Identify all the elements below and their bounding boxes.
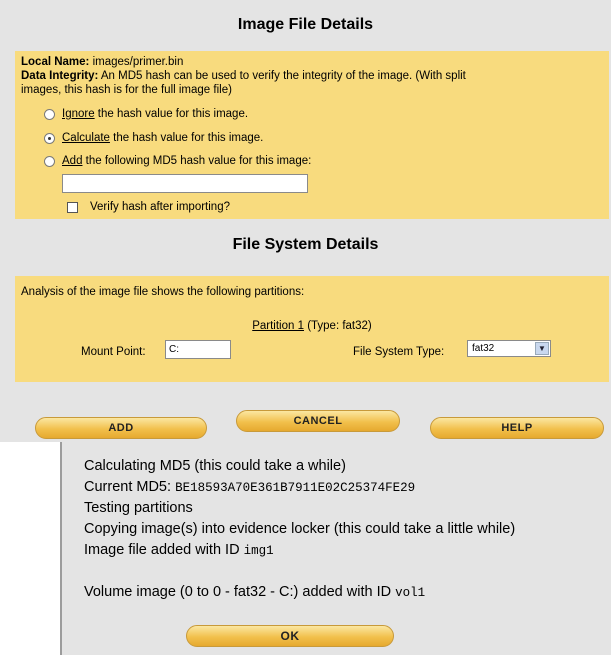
- local-name-label: Local Name:: [21, 56, 90, 68]
- add-hash-option: Add the following MD5 hash value for thi…: [62, 154, 311, 168]
- partition-type: (Type: fat32): [304, 320, 372, 332]
- cancel-button[interactable]: CANCEL: [236, 410, 400, 432]
- import-form-panel: Image File Details Local Name: images/pr…: [0, 0, 611, 442]
- log-line-volume-added: Volume image (0 to 0 - fat32 - C:) added…: [84, 582, 425, 604]
- log-line-copying: Copying image(s) into evidence locker (t…: [84, 521, 516, 537]
- partition-row: Partition 1 (Type: fat32): [15, 319, 609, 333]
- current-md5-value: BE18593A70E361B7911E02C25374FE29: [175, 481, 416, 495]
- md5-hash-input[interactable]: [62, 174, 308, 193]
- add-link[interactable]: Add: [62, 155, 82, 167]
- volume-id: vol1: [395, 586, 426, 600]
- ok-button[interactable]: OK: [186, 625, 394, 647]
- add-option-text: the following MD5 hash value for this im…: [82, 155, 312, 167]
- verify-hash-checkbox[interactable]: [67, 202, 78, 213]
- calculate-hash-radio[interactable]: [44, 133, 55, 144]
- calculate-option-text: the hash value for this image.: [109, 132, 264, 144]
- mount-point-input[interactable]: [165, 340, 231, 359]
- image-file-details-title: Image File Details: [237, 16, 374, 33]
- import-log-panel: Calculating MD5 (this could take a while…: [60, 442, 611, 655]
- log-line-current-md5: Current MD5: BE18593A70E361B7911E02C2537…: [84, 477, 415, 499]
- chevron-down-icon: ▼: [535, 342, 549, 355]
- local-name-value: images/primer.bin: [92, 56, 184, 68]
- image-details-box: Local Name: images/primer.bin Data Integ…: [15, 51, 609, 219]
- help-button[interactable]: HELP: [430, 417, 604, 439]
- data-integrity-line2: images, this hash is for the full image …: [21, 84, 232, 96]
- log-line-testing: Testing partitions: [84, 500, 193, 516]
- calculate-hash-option: Calculate the hash value for this image.: [62, 131, 263, 145]
- data-integrity-line1: An MD5 hash can be used to verify the in…: [100, 70, 466, 82]
- partition-link[interactable]: Partition 1: [252, 320, 304, 332]
- add-hash-radio[interactable]: [44, 156, 55, 167]
- image-added-text: Image file added with ID: [84, 542, 244, 558]
- add-button[interactable]: ADD: [35, 417, 207, 439]
- verify-hash-label: Verify hash after importing?: [90, 201, 230, 213]
- log-line-md5-start: Calculating MD5 (this could take a while…: [84, 458, 346, 474]
- file-system-type-select[interactable]: fat32 ▼: [467, 340, 551, 357]
- ignore-option-text: the hash value for this image.: [94, 108, 249, 120]
- data-integrity-label: Data Integrity:: [21, 70, 99, 82]
- ignore-hash-radio[interactable]: [44, 109, 55, 120]
- image-id: img1: [243, 544, 274, 558]
- current-md5-label: Current MD5:: [84, 479, 176, 495]
- file-system-box: Analysis of the image file shows the fol…: [15, 276, 609, 382]
- local-name-row: Local Name: images/primer.bin: [21, 55, 183, 69]
- file-system-type-value: fat32: [472, 343, 495, 354]
- log-line-image-added: Image file added with ID img1: [84, 540, 274, 562]
- calculate-link[interactable]: Calculate: [62, 132, 110, 144]
- mount-point-label: Mount Point:: [81, 346, 146, 358]
- ignore-hash-option: Ignore the hash value for this image.: [62, 107, 248, 121]
- data-integrity-text: Data Integrity: An MD5 hash can be used …: [21, 69, 606, 97]
- file-system-details-title: File System Details: [232, 236, 379, 253]
- analysis-text: Analysis of the image file shows the fol…: [21, 286, 305, 298]
- volume-added-text: Volume image (0 to 0 - fat32 - C:) added…: [84, 584, 396, 600]
- ignore-link[interactable]: Ignore: [62, 108, 95, 120]
- file-system-type-label: File System Type:: [353, 346, 445, 358]
